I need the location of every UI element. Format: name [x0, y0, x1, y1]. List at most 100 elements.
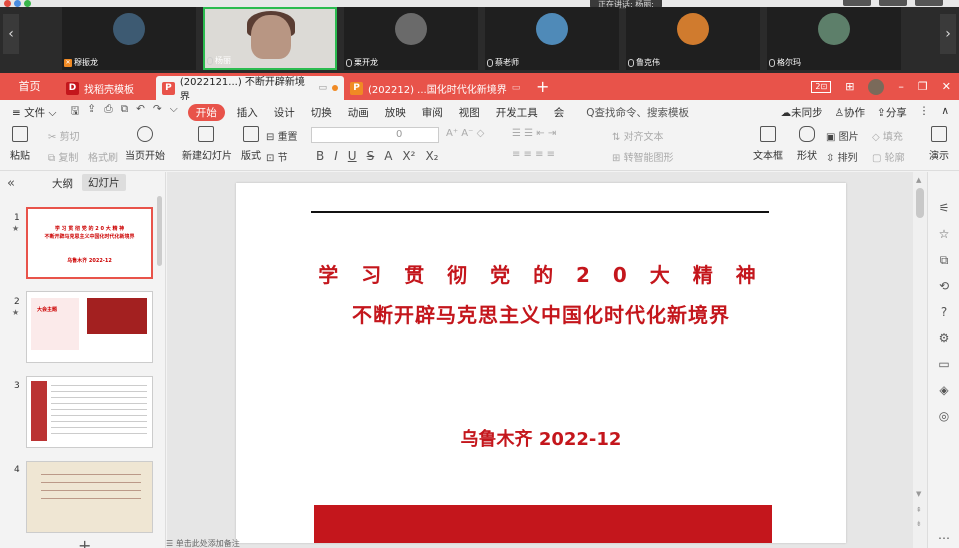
- animation-icon[interactable]: ☆: [936, 226, 952, 242]
- add-slide-button[interactable]: +: [78, 536, 91, 548]
- bold-icon[interactable]: B: [316, 149, 324, 163]
- canvas-scrollbar[interactable]: ▲ ▼ ⇞ ⇟: [913, 172, 927, 548]
- collapse-panel-icon[interactable]: «: [7, 176, 15, 191]
- font-grow-icon[interactable]: A⁺ A⁻ ◇: [446, 128, 484, 139]
- command-search[interactable]: Q查找命令、搜索模板: [586, 105, 689, 120]
- participant-tile[interactable]: 格尔玛: [767, 7, 901, 70]
- picture-button[interactable]: ▣ 图片: [826, 128, 859, 143]
- menu-tab-slideshow[interactable]: 放映: [377, 105, 414, 120]
- print-icon[interactable]: ⎙: [104, 103, 112, 121]
- collapse-ribbon-icon[interactable]: ∧: [941, 105, 949, 120]
- user-avatar[interactable]: [868, 78, 885, 95]
- copy-button[interactable]: ⧉ 复制: [48, 149, 78, 164]
- chevron-down-icon[interactable]: ⌵: [170, 103, 178, 121]
- more-icon[interactable]: ⋯: [936, 530, 952, 546]
- participant-tile[interactable]: 栗开龙: [344, 7, 478, 70]
- collab-button[interactable]: ♙协作: [835, 105, 865, 120]
- panel-scrollbar[interactable]: [157, 196, 162, 266]
- beautify-icon[interactable]: ⚙: [936, 330, 952, 346]
- layout-panel-icon[interactable]: ▭: [936, 356, 952, 372]
- template-tab[interactable]: D 找稻壳模板: [60, 76, 156, 100]
- menu-tab-view[interactable]: 视图: [451, 105, 488, 120]
- document-tab-active[interactable]: P (2022121...) 不断开辟新境界 ▭: [156, 76, 344, 103]
- location-icon[interactable]: ◎: [936, 408, 952, 424]
- smart-shape-button[interactable]: ⊞ 转智能图形: [612, 149, 674, 164]
- close-icon[interactable]: ✕: [942, 80, 951, 93]
- current-slide[interactable]: 学 习 贯 彻 党 的 2 0 大 精 神 不断开辟马克思主义中国化时代化新境界…: [236, 183, 846, 543]
- file-menu[interactable]: ≡ 文件 ⌵: [0, 105, 64, 120]
- prev-participants-button[interactable]: ‹: [3, 14, 19, 54]
- subscript-icon[interactable]: X₂: [425, 149, 438, 163]
- document-tab[interactable]: P (202212) ...国化时代化新境界 ▭: [344, 76, 530, 100]
- format-painter-button[interactable]: 格式刷: [88, 149, 118, 164]
- undo-icon[interactable]: ↶: [136, 103, 145, 121]
- paste-button[interactable]: 粘贴: [9, 126, 31, 162]
- participant-tile[interactable]: 蔡老师: [485, 7, 619, 70]
- font-size-select[interactable]: 0: [380, 127, 440, 143]
- participant-tile[interactable]: ✕ 穆振龙: [62, 7, 196, 70]
- slide-thumbnail-2[interactable]: 大会主题: [26, 291, 153, 363]
- properties-icon[interactable]: ⚟: [936, 200, 952, 216]
- outline-button[interactable]: ▢ 轮廓: [872, 149, 905, 164]
- slide-editing-canvas[interactable]: 学 习 贯 彻 党 的 2 0 大 精 神 不断开辟马克思主义中国化时代化新境界…: [167, 172, 913, 548]
- export-icon[interactable]: ⇪: [87, 103, 96, 121]
- menu-tab-design[interactable]: 设计: [266, 105, 303, 120]
- help-icon[interactable]: ?: [936, 304, 952, 320]
- home-tab[interactable]: 首页: [0, 73, 59, 100]
- new-slide-button[interactable]: 新建幻灯片: [182, 126, 232, 162]
- presenter-button[interactable]: 演示: [924, 126, 954, 162]
- share-button[interactable]: ⇪分享: [877, 105, 907, 120]
- section-button[interactable]: ⊡ 节: [266, 149, 288, 164]
- prev-slide-icon[interactable]: ⇞: [916, 506, 922, 514]
- conference-controls[interactable]: [843, 0, 943, 6]
- menu-tab-devtools[interactable]: 开发工具: [488, 105, 546, 120]
- participant-tile[interactable]: 鲁克伟: [626, 7, 760, 70]
- sync-status[interactable]: ☁未同步: [781, 105, 823, 120]
- strikethrough-icon[interactable]: S: [367, 149, 375, 163]
- slide-date-line[interactable]: 乌鲁木齐 2022-12: [236, 425, 846, 451]
- new-tab-button[interactable]: +: [536, 73, 549, 100]
- slide-thumbnail-3[interactable]: [26, 376, 153, 448]
- transition-icon[interactable]: ⟲: [936, 278, 952, 294]
- align-icon[interactable]: ≡ ≡ ≡ ≡: [512, 149, 555, 160]
- menu-tab-review[interactable]: 审阅: [414, 105, 451, 120]
- scroll-up-icon[interactable]: ▲: [916, 176, 921, 184]
- italic-icon[interactable]: I: [334, 149, 338, 163]
- scroll-down-icon[interactable]: ▼: [916, 490, 921, 498]
- slide-title-line2[interactable]: 不断开辟马克思主义中国化时代化新境界: [236, 299, 846, 328]
- cut-button[interactable]: ✂ 剪切: [48, 128, 80, 143]
- superscript-icon[interactable]: X²: [402, 149, 415, 163]
- arrange-button[interactable]: ⇳ 排列: [826, 149, 858, 164]
- slide-title-line1[interactable]: 学 习 贯 彻 党 的 2 0 大 精 神: [236, 259, 846, 288]
- font-color-icon[interactable]: A: [384, 149, 392, 163]
- participant-tile-active[interactable]: 杨丽: [203, 7, 337, 70]
- text-direction-icon[interactable]: ⇅ 对齐文本: [612, 128, 664, 143]
- menu-tab-animation[interactable]: 动画: [340, 105, 377, 120]
- tab-outline[interactable]: 大纲: [52, 176, 73, 191]
- redo-icon[interactable]: ↷: [153, 103, 162, 121]
- more-icon[interactable]: ⋮: [919, 105, 930, 120]
- tab-slides[interactable]: 幻灯片: [82, 174, 126, 191]
- menu-tab-meeting[interactable]: 会: [546, 105, 573, 120]
- underline-icon[interactable]: U: [348, 149, 357, 163]
- list-icon[interactable]: ☰ ☰ ⇤ ⇥: [512, 128, 556, 139]
- notes-hint[interactable]: ☰ 单击此处添加备注: [166, 538, 240, 548]
- preview-icon[interactable]: ⧉: [121, 103, 129, 121]
- menu-tab-start[interactable]: 开始: [187, 103, 225, 121]
- restore-icon[interactable]: ❐: [918, 80, 928, 93]
- slide-thumbnail-1[interactable]: 学 习 贯 彻 党 的 2 0 大 精 神 不断开辟马克思主义中国化时代化新境界…: [26, 207, 153, 279]
- menu-tab-insert[interactable]: 插入: [229, 105, 266, 120]
- play-from-current-button[interactable]: 当页开始: [122, 126, 168, 162]
- menu-tab-transition[interactable]: 切换: [303, 105, 340, 120]
- save-icon[interactable]: 🖫: [70, 103, 79, 121]
- textbox-button[interactable]: 文本框: [752, 126, 784, 162]
- backup-icon[interactable]: ◈: [936, 382, 952, 398]
- minimize-icon[interactable]: –: [898, 80, 904, 93]
- slide-thumbnail-4[interactable]: [26, 461, 153, 533]
- grid-icon[interactable]: ⊞: [845, 80, 854, 93]
- fill-button[interactable]: ◇ 填充: [872, 128, 903, 143]
- shape-button[interactable]: 形状: [793, 126, 821, 162]
- next-slide-icon[interactable]: ⇟: [916, 520, 922, 528]
- layout-button[interactable]: 版式: [235, 126, 267, 162]
- window-switch-icon[interactable]: 2⊡: [811, 80, 832, 93]
